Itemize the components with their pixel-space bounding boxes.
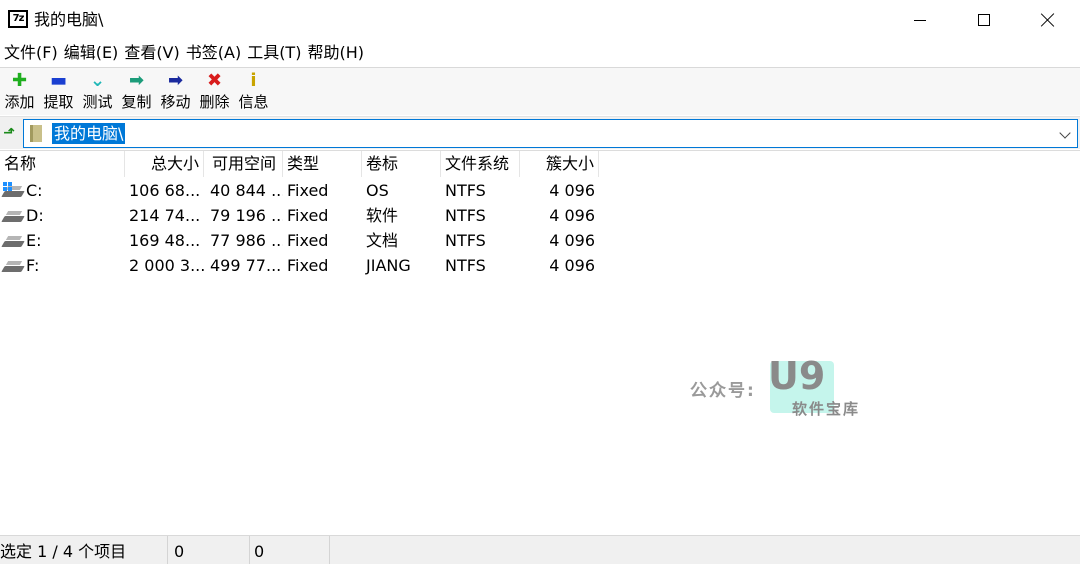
- computer-folder-icon: [30, 125, 42, 142]
- drive-filesystem: NTFS: [445, 231, 486, 250]
- info-icon: i: [250, 70, 257, 91]
- column-header-label[interactable]: 卷标: [362, 151, 441, 177]
- drive-type: Fixed: [287, 231, 329, 250]
- maximize-icon: [978, 14, 990, 26]
- menu-bar: 文件(F) 编辑(E) 查看(V) 书签(A) 工具(T) 帮助(H): [0, 40, 1080, 66]
- toolbar: ✚ 添加 ▬ 提取 ⌄ 测试 ➡ 复制 ➡ 移动 ✖ 删除 i 信息: [0, 67, 1080, 115]
- chevron-down-icon[interactable]: [1059, 127, 1071, 139]
- maximize-button[interactable]: [952, 0, 1016, 40]
- drive-filesystem: NTFS: [445, 256, 486, 275]
- toolbar-button-info[interactable]: i 信息: [234, 68, 273, 116]
- app-window: 7z 我的电脑\ 文件(F) 编辑(E) 查看(V) 书签(A) 工具(T) 帮…: [0, 0, 1080, 564]
- menu-tools[interactable]: 工具(T): [245, 40, 305, 66]
- toolbar-label: 移动: [160, 93, 191, 111]
- drive-total-size: 214 74...: [129, 206, 201, 225]
- toolbar-label: 添加: [4, 93, 35, 111]
- toolbar-label: 测试: [82, 93, 113, 111]
- up-folder-icon[interactable]: ⬏: [2, 125, 16, 141]
- toolbar-button-delete[interactable]: ✖ 删除: [195, 68, 234, 116]
- close-icon: [1041, 13, 1055, 27]
- drive-free-space: 499 77...: [210, 256, 282, 275]
- column-header-total-size[interactable]: 总大小: [125, 151, 204, 177]
- toolbar-button-test[interactable]: ⌄ 测试: [78, 68, 117, 116]
- toolbar-label: 复制: [121, 93, 152, 111]
- address-bar: ⬏ 我的电脑\: [0, 116, 1080, 149]
- status-size: 0: [174, 536, 250, 564]
- drive-filesystem: NTFS: [445, 181, 486, 200]
- close-button[interactable]: [1016, 0, 1080, 40]
- minimize-button[interactable]: [888, 0, 952, 40]
- table-row[interactable]: F: 2 000 3... 499 77... Fixed JIANG NTFS 4 096: [0, 253, 600, 278]
- drive-label: 软件: [366, 206, 399, 225]
- copy-icon: ➡: [128, 70, 145, 91]
- title-bar: 7z 我的电脑\: [0, 0, 1080, 40]
- status-packed: 0: [254, 536, 330, 564]
- column-header-type[interactable]: 类型: [283, 151, 362, 177]
- watermark-subtitle: 软件宝库: [792, 400, 861, 418]
- drive-total-size: 106 68...: [129, 181, 201, 200]
- column-header-name[interactable]: 名称: [0, 151, 125, 177]
- drive-type: Fixed: [287, 256, 329, 275]
- menu-bookmarks[interactable]: 书签(A): [184, 40, 245, 66]
- drive-cluster-size: 4 096: [549, 181, 595, 200]
- status-selection: 选定 1 / 4 个项目: [0, 536, 168, 564]
- drive-type: Fixed: [287, 206, 329, 225]
- delete-icon: ✖: [206, 70, 223, 91]
- drive-free-space: 40 844 ...: [210, 181, 283, 200]
- toolbar-label: 提取: [43, 93, 74, 111]
- drive-label: JIANG: [366, 256, 411, 275]
- move-icon: ➡: [167, 70, 184, 91]
- watermark-prefix: 公众号:: [690, 381, 756, 401]
- drive-name: C:: [26, 181, 43, 200]
- table-row[interactable]: D: 214 74... 79 196 ... Fixed 软件 NTFS 4 096: [0, 203, 600, 228]
- address-combobox[interactable]: 我的电脑\: [23, 119, 1078, 148]
- drive-label: 文档: [366, 231, 399, 250]
- address-path[interactable]: 我的电脑\: [52, 123, 126, 144]
- drive-name: F:: [26, 256, 40, 275]
- file-list: 名称 总大小 可用空间 类型 卷标 文件系统 簇大小 C: 106 68... 40…: [0, 150, 1080, 534]
- add-icon: ✚: [11, 70, 28, 91]
- drive-filesystem: NTFS: [445, 206, 486, 225]
- menu-help[interactable]: 帮助(H): [305, 40, 368, 66]
- drive-cluster-size: 4 096: [549, 256, 595, 275]
- toolbar-button-add[interactable]: ✚ 添加: [0, 68, 39, 116]
- table-row[interactable]: C: 106 68... 40 844 ... Fixed OS NTFS 4 096: [0, 178, 600, 203]
- menu-view[interactable]: 查看(V): [122, 40, 183, 66]
- watermark: 公众号: U9 软件宝库: [690, 354, 890, 420]
- 7zip-app-icon: 7z: [8, 10, 28, 28]
- drive-free-space: 77 986 ...: [210, 231, 283, 250]
- minimize-icon: [914, 19, 926, 21]
- drive-cluster-size: 4 096: [549, 206, 595, 225]
- toolbar-button-move[interactable]: ➡ 移动: [156, 68, 195, 116]
- test-icon: ⌄: [89, 70, 106, 91]
- watermark-brand: U9: [768, 354, 826, 398]
- toolbar-button-extract[interactable]: ▬ 提取: [39, 68, 78, 116]
- drive-name: D:: [26, 206, 44, 225]
- status-bar: 选定 1 / 4 个项目 0 0: [0, 535, 1080, 564]
- drive-total-size: 2 000 3...: [129, 256, 204, 275]
- drive-total-size: 169 48...: [129, 231, 201, 250]
- column-header-cluster-size[interactable]: 簇大小: [520, 151, 599, 177]
- menu-edit[interactable]: 编辑(E): [62, 40, 123, 66]
- drive-name: E:: [26, 231, 42, 250]
- extract-icon: ▬: [49, 70, 67, 91]
- toolbar-button-copy[interactable]: ➡ 复制: [117, 68, 156, 116]
- menu-file[interactable]: 文件(F): [2, 40, 62, 66]
- toolbar-label: 信息: [238, 93, 269, 111]
- drive-free-space: 79 196 ...: [210, 206, 283, 225]
- toolbar-label: 删除: [199, 93, 230, 111]
- table-row[interactable]: E: 169 48... 77 986 ... Fixed 文档 NTFS 4 096: [0, 228, 600, 253]
- drive-label: OS: [366, 181, 389, 200]
- window-title: 我的电脑\: [34, 10, 104, 29]
- column-header-free-space[interactable]: 可用空间: [204, 151, 283, 177]
- drive-cluster-size: 4 096: [549, 231, 595, 250]
- column-header-filesystem[interactable]: 文件系统: [441, 151, 520, 177]
- drive-type: Fixed: [287, 181, 329, 200]
